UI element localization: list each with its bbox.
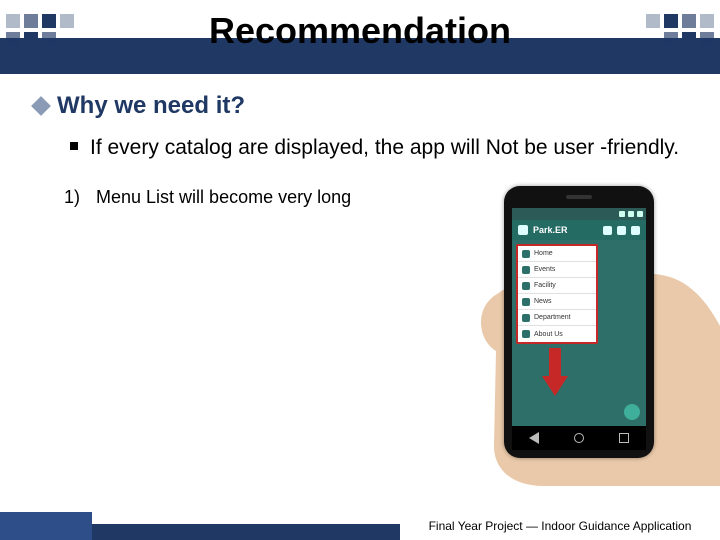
recents-icon[interactable] — [619, 433, 629, 443]
hamburger-icon[interactable] — [518, 225, 528, 235]
slide: Recommendation Why we need it? If every … — [0, 0, 720, 540]
page-title: Recommendation — [0, 10, 720, 52]
profile-icon[interactable] — [631, 226, 640, 235]
phone-status-bar — [512, 208, 646, 220]
phone-mock: Park.ER Home Events Facility News Depart… — [504, 186, 654, 458]
square-bullet-icon — [70, 142, 78, 150]
menu-item[interactable]: Department — [518, 310, 596, 326]
footer-text: Final Year Project — Indoor Guidance App… — [429, 519, 692, 533]
about-icon — [522, 330, 530, 338]
bullet-row: If every catalog are displayed, the app … — [70, 134, 686, 161]
facility-icon — [522, 282, 530, 290]
battery-icon — [637, 211, 643, 217]
menu-item[interactable]: About Us — [518, 326, 596, 342]
menu-item[interactable]: News — [518, 294, 596, 310]
signal-icon — [628, 211, 634, 217]
home-nav-icon[interactable] — [574, 433, 584, 443]
menu-item-label: News — [534, 298, 552, 305]
footer-accent — [0, 512, 92, 540]
drawer-menu: Home Events Facility News Department Abo… — [516, 244, 598, 344]
menu-item[interactable]: Facility — [518, 278, 596, 294]
menu-item-label: Events — [534, 266, 555, 273]
numbered-text: Menu List will become very long — [96, 187, 351, 208]
section-heading-row: Why we need it? — [34, 92, 686, 120]
phone-screen: Park.ER Home Events Facility News Depart… — [512, 208, 646, 426]
search-icon[interactable] — [603, 226, 612, 235]
events-icon — [522, 266, 530, 274]
back-icon[interactable] — [529, 432, 539, 444]
app-bar: Park.ER — [512, 220, 646, 240]
arrow-down-icon — [542, 348, 568, 398]
app-title: Park.ER — [533, 225, 598, 235]
numbered-index: 1) — [64, 187, 80, 208]
wifi-icon — [619, 211, 625, 217]
diamond-bullet-icon — [31, 96, 51, 116]
fab-button[interactable] — [624, 404, 640, 420]
hand-holding-phone: Park.ER Home Events Facility News Depart… — [434, 186, 720, 486]
department-icon — [522, 314, 530, 322]
clock-icon[interactable] — [617, 226, 626, 235]
footer-text-box: Final Year Project — Indoor Guidance App… — [400, 512, 720, 540]
section-heading: Why we need it? — [57, 92, 245, 120]
phone-speaker — [566, 195, 592, 199]
menu-item-label: Facility — [534, 282, 556, 289]
menu-item-label: Home — [534, 250, 553, 257]
android-nav-bar — [512, 426, 646, 450]
bullet-text: If every catalog are displayed, the app … — [90, 134, 679, 161]
menu-item[interactable]: Events — [518, 262, 596, 278]
menu-item[interactable]: Home — [518, 246, 596, 262]
home-icon — [522, 250, 530, 258]
menu-item-label: About Us — [534, 331, 563, 338]
menu-item-label: Department — [534, 314, 571, 321]
news-icon — [522, 298, 530, 306]
